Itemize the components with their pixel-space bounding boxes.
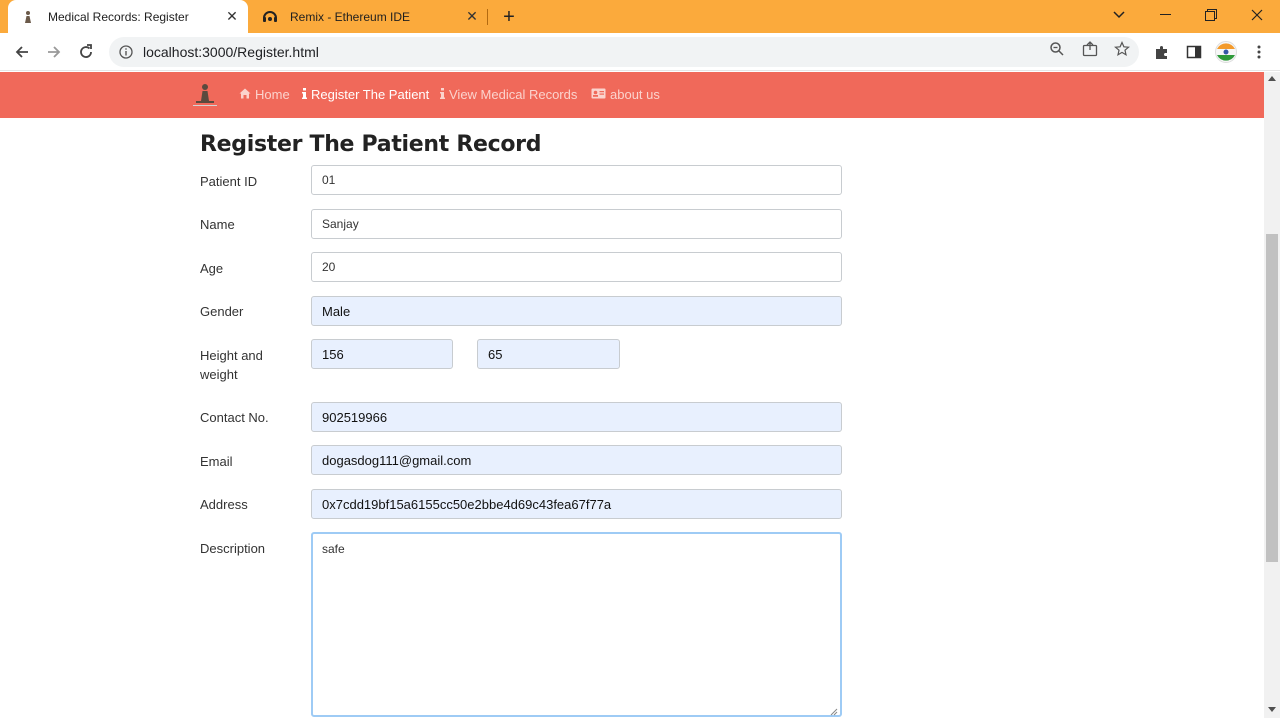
nav-view-records[interactable]: View Medical Records — [440, 87, 577, 102]
name-input[interactable]: Sanjay — [311, 209, 842, 239]
site-navbar: Home Register The Patient View Medical R… — [0, 72, 1264, 118]
person-icon — [20, 9, 36, 25]
tab-title: Medical Records: Register — [48, 9, 189, 24]
nav-register-patient[interactable]: Register The Patient — [302, 87, 429, 102]
scrollbar-thumb[interactable] — [1266, 234, 1278, 562]
info-icon — [440, 87, 445, 102]
address-label: Address — [200, 497, 248, 512]
back-icon[interactable] — [9, 39, 35, 65]
nav-home[interactable]: Home — [239, 87, 290, 102]
site-logo[interactable] — [190, 82, 220, 108]
side-panel-icon[interactable] — [1185, 43, 1203, 61]
resize-handle-icon[interactable] — [830, 705, 838, 716]
id-card-icon — [591, 88, 606, 102]
scroll-up-icon[interactable] — [1268, 76, 1276, 81]
forward-icon[interactable] — [41, 39, 67, 65]
address-bar[interactable]: localhost:3000/Register.html — [109, 37, 1139, 67]
address-input[interactable]: 0x7cdd19bf15a6155cc50e2bbe4d69c43fea67f7… — [311, 489, 842, 519]
browser-toolbar: localhost:3000/Register.html — [0, 33, 1280, 71]
contact-label: Contact No. — [200, 410, 269, 425]
web-page: Home Register The Patient View Medical R… — [0, 72, 1264, 718]
close-tab-icon[interactable]: ✕ — [462, 7, 482, 27]
remix-icon — [262, 9, 278, 25]
zoom-icon[interactable] — [1048, 40, 1066, 58]
new-tab-icon[interactable]: + — [498, 6, 520, 28]
nav-about-label: about us — [610, 87, 660, 102]
patient-id-input[interactable]: 01 — [311, 165, 842, 195]
chrome-menu-icon[interactable] — [1250, 43, 1268, 61]
patient-id-label: Patient ID — [200, 174, 258, 189]
gender-label: Gender — [200, 304, 244, 319]
nav-home-label: Home — [255, 87, 290, 102]
tab-title: Remix - Ethereum IDE — [290, 9, 411, 24]
url-text: localhost:3000/Register.html — [143, 44, 319, 60]
description-textarea[interactable]: safe — [311, 532, 842, 717]
nav-register-label: Register The Patient — [311, 87, 430, 102]
tab-search-chevron-icon[interactable] — [1096, 0, 1142, 30]
browser-tab-strip: Medical Records: Register ✕ Remix - Ethe… — [0, 0, 1280, 33]
weight-input[interactable]: 65 — [477, 339, 620, 369]
tab-separator — [487, 9, 488, 25]
tab-medical-records[interactable]: Medical Records: Register ✕ — [8, 0, 248, 33]
profile-avatar[interactable] — [1214, 40, 1238, 64]
height-weight-label-line1: Height and — [200, 348, 263, 363]
height-input[interactable]: 156 — [311, 339, 453, 369]
bookmark-star-icon[interactable] — [1113, 40, 1131, 58]
age-label: Age — [200, 261, 224, 276]
gender-input[interactable]: Male — [311, 296, 842, 326]
email-label: Email — [200, 454, 233, 469]
restore-icon[interactable] — [1188, 0, 1234, 30]
site-info-icon[interactable] — [119, 45, 133, 59]
close-tab-icon[interactable]: ✕ — [222, 7, 242, 27]
nav-about-us[interactable]: about us — [591, 87, 660, 102]
close-window-icon[interactable] — [1234, 0, 1280, 30]
info-icon — [302, 87, 307, 102]
scroll-down-icon[interactable] — [1268, 707, 1276, 712]
email-input[interactable]: dogasdog111@gmail.com — [311, 445, 842, 475]
height-weight-label-line2: weight — [200, 367, 238, 382]
height-weight-label: Height and weight — [200, 346, 263, 384]
name-label: Name — [200, 217, 235, 232]
contact-input[interactable]: 902519966 — [311, 402, 842, 432]
age-input[interactable]: 20 — [311, 252, 842, 282]
extensions-puzzle-icon[interactable] — [1153, 43, 1171, 61]
page-scrollbar[interactable] — [1264, 72, 1280, 718]
home-icon — [239, 88, 251, 102]
share-icon[interactable] — [1081, 40, 1099, 58]
page-title: Register The Patient Record — [200, 132, 542, 157]
tab-remix[interactable]: Remix - Ethereum IDE ✕ — [250, 0, 488, 33]
nav-view-records-label: View Medical Records — [449, 87, 578, 102]
description-label: Description — [200, 541, 266, 556]
description-text: safe — [322, 542, 345, 556]
reload-icon[interactable] — [73, 39, 99, 65]
minimize-icon[interactable] — [1142, 0, 1188, 30]
